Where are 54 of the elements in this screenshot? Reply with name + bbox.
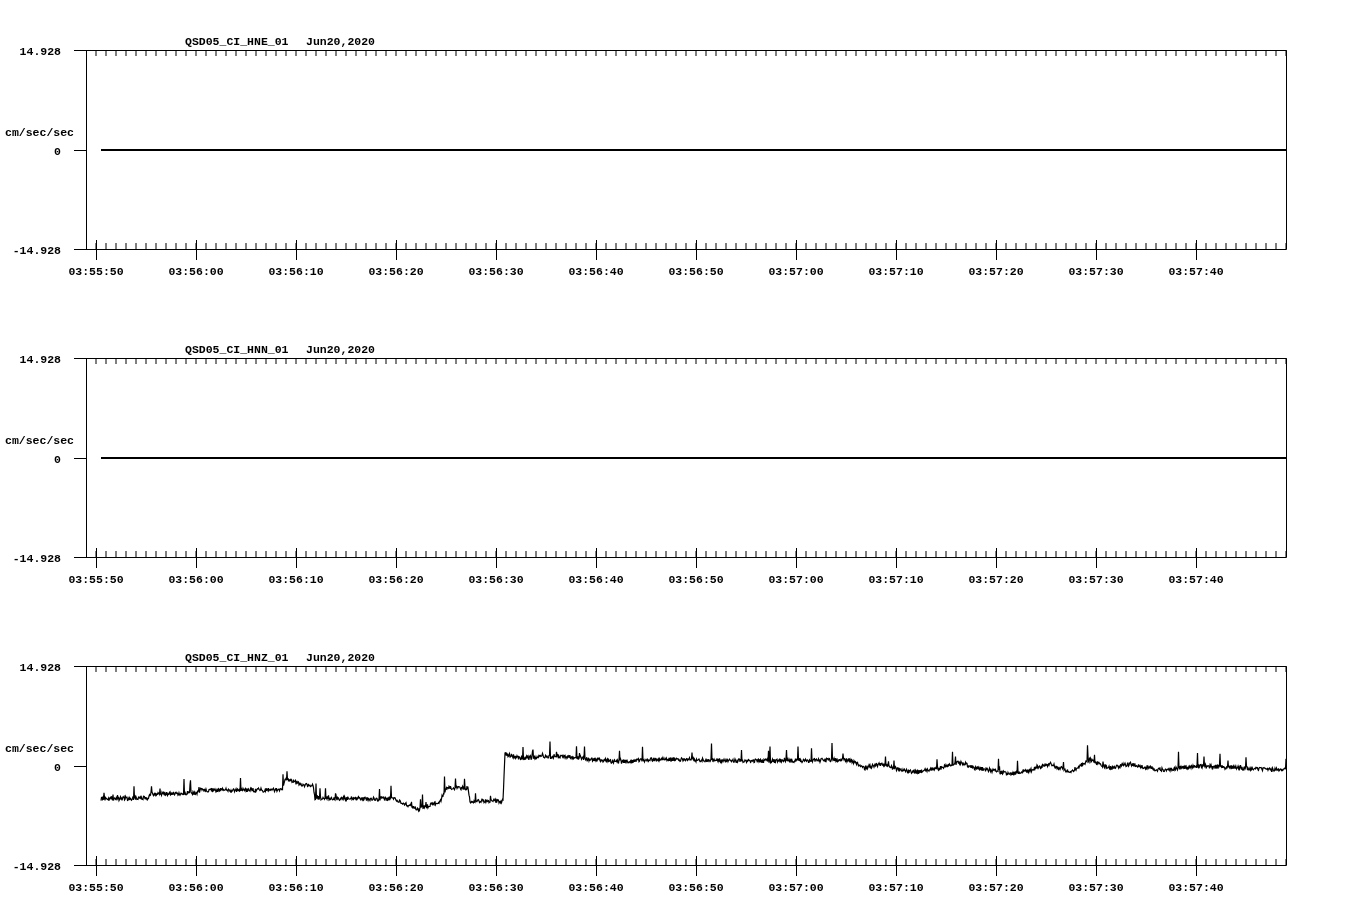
station-title: QSD05_CI_HNZ_01 — [185, 651, 289, 664]
x-tick-label: 03:57:30 — [1068, 265, 1124, 278]
x-tick-label: 03:56:30 — [468, 881, 524, 894]
x-tick-label: 03:56:20 — [368, 573, 424, 586]
y-tick-label: -14.928 — [12, 860, 61, 873]
x-tick-label: 03:57:10 — [868, 573, 924, 586]
x-tick-label: 03:56:30 — [468, 265, 524, 278]
x-tick-label: 03:57:20 — [968, 265, 1024, 278]
x-tick-label: 03:56:50 — [668, 881, 724, 894]
x-tick-label: 03:57:10 — [868, 265, 924, 278]
y-tick-label: -14.928 — [12, 552, 61, 565]
x-tick-label: 03:55:50 — [68, 573, 124, 586]
y-axis-label: cm/sec/sec — [5, 434, 74, 447]
x-tick-label: 03:57:10 — [868, 881, 924, 894]
date-title: Jun20,2020 — [306, 651, 375, 664]
x-tick-label: 03:56:20 — [368, 881, 424, 894]
x-tick-label: 03:56:40 — [568, 573, 624, 586]
x-tick-label: 03:56:10 — [268, 881, 324, 894]
y-tick-label: 0 — [54, 453, 61, 466]
date-title: Jun20,2020 — [306, 343, 375, 356]
x-tick-label: 03:57:20 — [968, 573, 1024, 586]
date-title: Jun20,2020 — [306, 35, 375, 48]
y-tick-label: 0 — [54, 145, 61, 158]
y-axis-label: cm/sec/sec — [5, 126, 74, 139]
x-tick-label: 03:57:00 — [768, 573, 824, 586]
x-tick-label: 03:55:50 — [68, 881, 124, 894]
x-tick-label: 03:56:40 — [568, 881, 624, 894]
x-tick-label: 03:56:10 — [268, 265, 324, 278]
x-tick-label: 03:56:50 — [668, 265, 724, 278]
y-tick-label: -14.928 — [12, 244, 61, 257]
x-tick-label: 03:55:50 — [68, 265, 124, 278]
x-tick-label: 03:56:10 — [268, 573, 324, 586]
x-tick-label: 03:57:30 — [1068, 881, 1124, 894]
x-tick-label: 03:57:00 — [768, 881, 824, 894]
station-title: QSD05_CI_HNN_01 — [185, 343, 289, 356]
y-tick-label: 14.928 — [19, 661, 61, 674]
x-tick-label: 03:56:30 — [468, 573, 524, 586]
station-title: QSD05_CI_HNE_01 — [185, 35, 289, 48]
x-tick-label: 03:56:40 — [568, 265, 624, 278]
x-tick-label: 03:57:30 — [1068, 573, 1124, 586]
y-tick-label: 14.928 — [19, 45, 61, 58]
x-tick-label: 03:57:40 — [1168, 573, 1224, 586]
x-tick-label: 03:56:20 — [368, 265, 424, 278]
x-tick-label: 03:57:00 — [768, 265, 824, 278]
x-tick-label: 03:57:40 — [1168, 265, 1224, 278]
y-axis-label: cm/sec/sec — [5, 742, 74, 755]
x-tick-label: 03:56:00 — [168, 881, 224, 894]
x-tick-label: 03:56:00 — [168, 265, 224, 278]
y-tick-label: 0 — [54, 761, 61, 774]
x-tick-label: 03:56:50 — [668, 573, 724, 586]
x-tick-label: 03:57:20 — [968, 881, 1024, 894]
x-tick-label: 03:56:00 — [168, 573, 224, 586]
x-tick-label: 03:57:40 — [1168, 881, 1224, 894]
y-tick-label: 14.928 — [19, 353, 61, 366]
